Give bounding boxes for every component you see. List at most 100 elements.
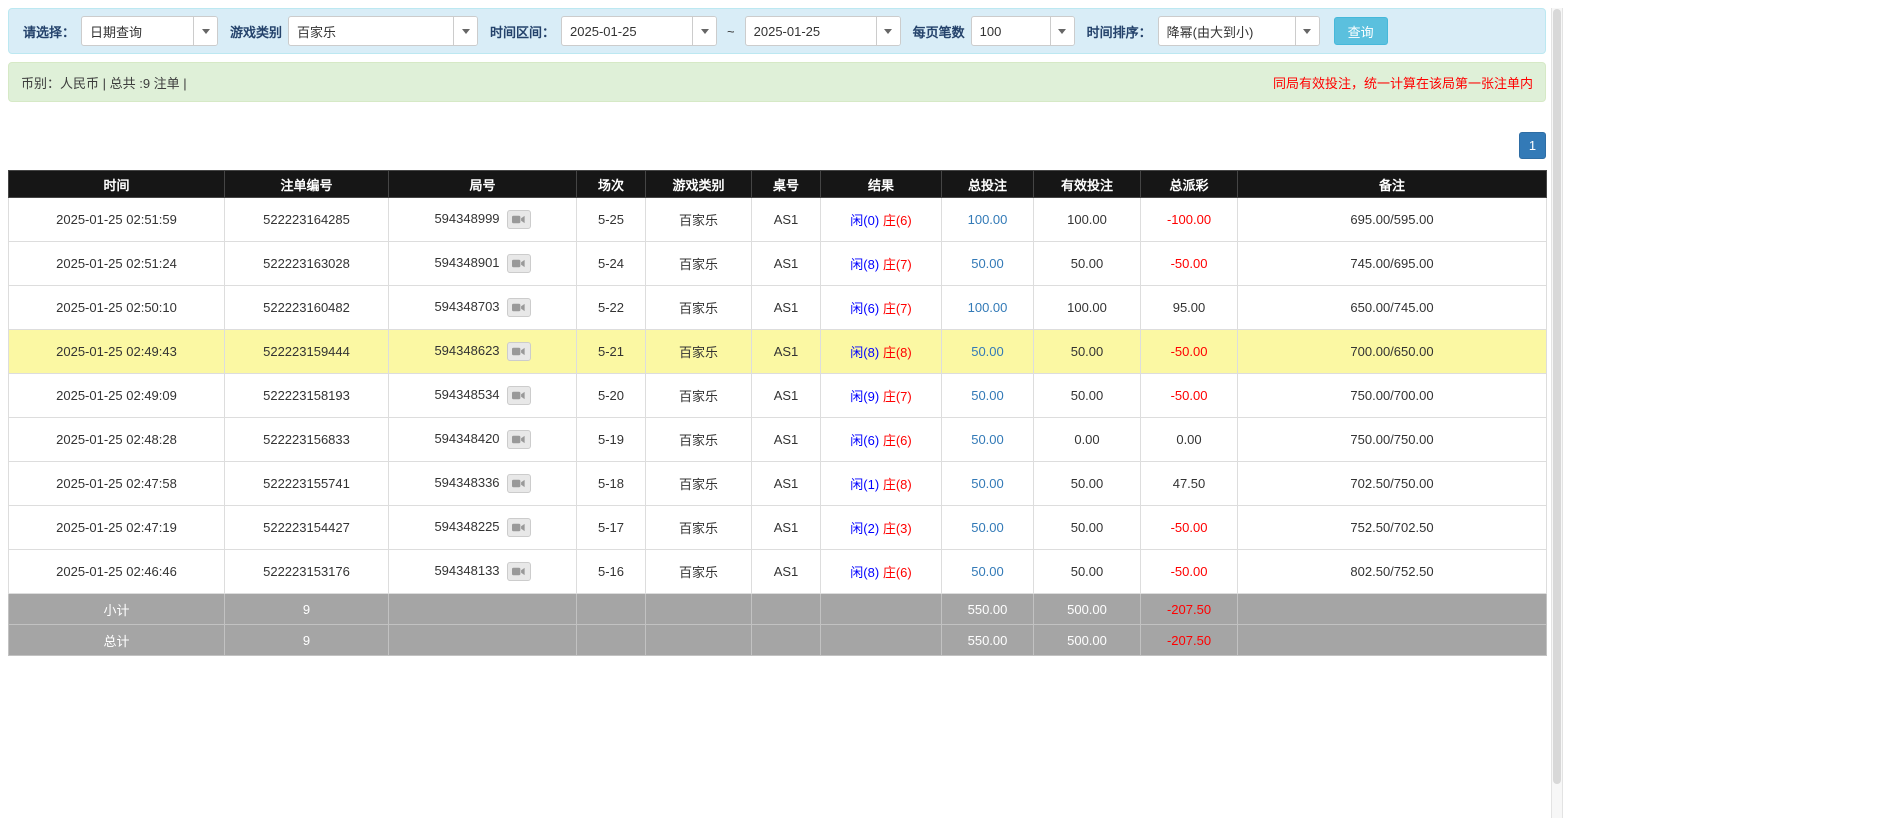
total-bet-link[interactable]: 50.00 (971, 344, 1004, 359)
replay-video-icon[interactable] (506, 298, 531, 317)
banker-result: 庄(6) (882, 433, 912, 448)
vertical-scrollbar[interactable] (1551, 8, 1563, 818)
cell-time: 2025-01-25 02:51:24 (8, 241, 225, 286)
cell-bet-id: 522223160482 (224, 285, 389, 330)
cell-note: 702.50/750.00 (1237, 461, 1547, 506)
round-number: 594348225 (434, 518, 500, 534)
cell-round-id: 594348336 (388, 461, 577, 506)
cell-total-bet: 100.00 (941, 285, 1034, 330)
cell-result: 闲(2) 庄(3) (820, 505, 942, 550)
total-bet-link[interactable]: 100.00 (968, 212, 1008, 227)
cell-time: 2025-01-25 02:47:58 (8, 461, 225, 506)
game-type-select[interactable]: 百家乐 (288, 16, 479, 46)
replay-video-icon[interactable] (506, 518, 531, 537)
total-bet-link[interactable]: 100.00 (968, 300, 1008, 315)
total-bet-link[interactable]: 50.00 (971, 256, 1004, 271)
player-result: 闲(6) (850, 433, 880, 448)
time-sort-select[interactable]: 降幂(由大到小) (1157, 16, 1320, 46)
table-row: 2025-01-25 02:47:19 522223154427 594348225… (8, 505, 1547, 550)
cell-note: 650.00/745.00 (1237, 285, 1547, 330)
replay-video-icon[interactable] (506, 254, 531, 273)
replay-video-icon[interactable] (506, 562, 531, 581)
cell-total-bet: 50.00 (941, 505, 1034, 550)
cell-session: 5-17 (576, 505, 646, 550)
column-header: 注单编号 (224, 170, 389, 198)
round-number: 594348534 (434, 386, 500, 402)
cell-total-bet: 50.00 (941, 549, 1034, 594)
time-sort-label: 时间排序： (1086, 24, 1152, 40)
cell-valid-bet: 0.00 (1033, 417, 1141, 462)
chevron-down-icon[interactable] (692, 17, 717, 45)
total-bet-link[interactable]: 50.00 (971, 564, 1004, 579)
summary-total-bet: 550.00 (941, 624, 1034, 656)
cell-time: 2025-01-25 02:47:19 (8, 505, 225, 550)
page-size-value: 100 (979, 23, 1002, 39)
cell-bet-id: 522223153176 (224, 549, 389, 594)
tilde-separator: ~ (727, 23, 735, 39)
column-header: 局号 (388, 170, 577, 198)
banker-result: 庄(6) (882, 565, 912, 580)
cell-round-id: 594348133 (388, 549, 577, 594)
query-type-select[interactable]: 日期查询 (81, 16, 219, 46)
cell-time: 2025-01-25 02:50:10 (8, 285, 225, 330)
cell-game-type: 百家乐 (645, 549, 752, 594)
page-1-button[interactable]: 1 (1519, 132, 1546, 159)
search-button[interactable]: 查询 (1333, 17, 1388, 45)
chevron-down-icon[interactable] (875, 17, 900, 45)
cell-table-no: AS1 (751, 329, 821, 374)
cell-payout: 47.50 (1140, 461, 1238, 506)
cell-payout: 95.00 (1140, 285, 1238, 330)
cell-bet-id: 522223156833 (224, 417, 389, 462)
total-bet-link[interactable]: 50.00 (971, 520, 1004, 535)
total-bet-link[interactable]: 50.00 (971, 432, 1004, 447)
scrollbar-thumb[interactable] (1553, 9, 1561, 784)
cell-payout: -100.00 (1140, 197, 1238, 242)
total-row: 总计 9 550.00 500.00 -207.50 (8, 624, 1547, 656)
cell-bet-id: 522223164285 (224, 197, 389, 242)
date-to-select[interactable]: 2025-01-25 (744, 16, 901, 46)
cell-result: 闲(9) 庄(7) (820, 373, 942, 418)
cell-result: 闲(6) 庄(6) (820, 417, 942, 462)
chevron-down-icon[interactable] (453, 17, 478, 45)
cell-game-type: 百家乐 (645, 285, 752, 330)
replay-video-icon[interactable] (506, 342, 531, 361)
chevron-down-icon[interactable] (1049, 17, 1074, 45)
player-result: 闲(2) (850, 521, 880, 536)
cell-total-bet: 50.00 (941, 417, 1034, 462)
column-header: 桌号 (751, 170, 821, 198)
summary-total-bet: 550.00 (941, 593, 1034, 625)
replay-video-icon[interactable] (506, 474, 531, 493)
table-row: 2025-01-25 02:46:46 522223153176 594348133… (8, 549, 1547, 594)
select-label: 请选择： (23, 24, 76, 40)
table-header-row: 时间 注单编号 局号 场次 游戏类别 桌号 结果 总投注 有效投注 总派彩 备注 (8, 170, 1547, 198)
cell-round-id: 594348534 (388, 373, 577, 418)
time-sort-value: 降幂(由大到小) (1166, 24, 1254, 40)
replay-video-icon[interactable] (506, 210, 531, 229)
table-row: 2025-01-25 02:51:59 522223164285 594348999… (8, 197, 1547, 242)
cell-valid-bet: 50.00 (1033, 329, 1141, 374)
total-bet-link[interactable]: 50.00 (971, 388, 1004, 403)
table-row: 2025-01-25 02:50:10 522223160482 594348703… (8, 285, 1547, 330)
total-bet-link[interactable]: 50.00 (971, 476, 1004, 491)
summary-payout: -207.50 (1140, 593, 1238, 625)
page-size-select[interactable]: 100 (970, 16, 1075, 46)
replay-video-icon[interactable] (506, 386, 531, 405)
round-number: 594348999 (434, 210, 500, 226)
cell-time: 2025-01-25 02:48:28 (8, 417, 225, 462)
summary-bar: 币别：人民币 | 总共 :9 注单 | 同局有效投注，统一计算在该局第一张注单内 (8, 62, 1546, 102)
cell-payout: -50.00 (1140, 549, 1238, 594)
cell-game-type: 百家乐 (645, 373, 752, 418)
cell-session: 5-21 (576, 329, 646, 374)
cell-round-id: 594348623 (388, 329, 577, 374)
cell-session: 5-20 (576, 373, 646, 418)
cell-result: 闲(8) 庄(8) (820, 329, 942, 374)
column-header: 总派彩 (1140, 170, 1238, 198)
date-from-select[interactable]: 2025-01-25 (561, 16, 718, 46)
column-header: 结果 (820, 170, 942, 198)
chevron-down-icon[interactable] (193, 17, 218, 45)
cell-valid-bet: 50.00 (1033, 461, 1141, 506)
cell-round-id: 594348420 (388, 417, 577, 462)
replay-video-icon[interactable] (506, 430, 531, 449)
query-type-value: 日期查询 (90, 24, 143, 40)
chevron-down-icon[interactable] (1294, 17, 1319, 45)
